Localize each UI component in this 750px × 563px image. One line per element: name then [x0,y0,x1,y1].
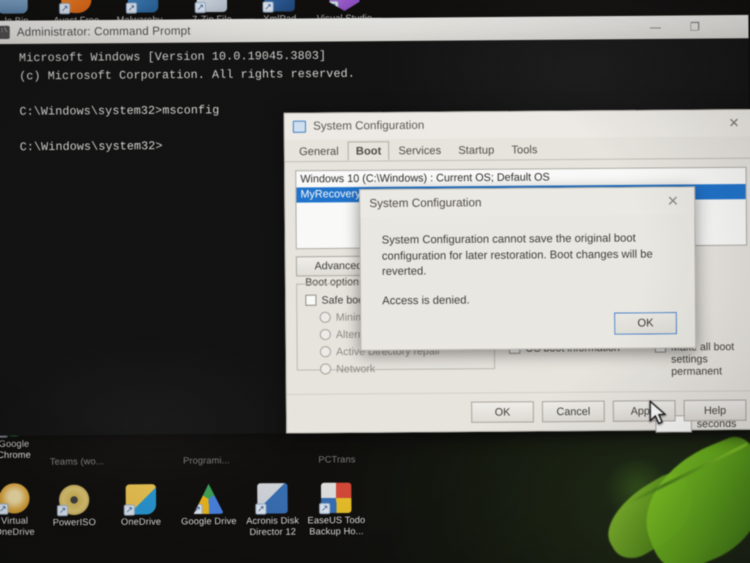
easeus-todo-backup-icon [319,482,352,515]
desktop-icon-label: Programi... [183,455,230,466]
error-dialog-ok-button[interactable]: OK [613,310,679,336]
tab-general[interactable]: General [291,142,347,162]
shortcut-overlay-icon [262,1,274,13]
tab-boot[interactable]: Boot [347,141,390,161]
desktop-icon-label: OneDrive [120,516,162,527]
7zip-icon [194,0,228,14]
close-icon[interactable]: ✕ [656,187,691,215]
ok-button[interactable]: OK [471,401,534,423]
onedrive-icon [123,484,157,516]
error-dialog-titlebar[interactable]: System Configuration ✕ [360,187,695,218]
avast-icon [59,0,92,15]
shortcut-overlay-icon [56,505,69,517]
console-icon [0,25,10,40]
desktop-icon-easeus-todo-backup[interactable]: EaseUS Todo Backup Ho... [304,482,369,536]
alternate-shell-radio[interactable] [319,328,331,341]
safe-boot-checkbox[interactable] [305,294,317,306]
error-dialog[interactable]: System Configuration ✕ System Configurat… [359,186,697,351]
virtual-onedrive-icon [0,483,30,515]
desktop-icon-label: Google Chrome [0,438,31,460]
shortcut-overlay-icon [194,1,206,14]
xmlpad-icon [262,0,295,13]
system-configuration-titlebar[interactable]: System Configuration ✕ [284,110,750,141]
malwarebytes-icon [125,0,159,14]
recycle-bin-icon [0,0,28,14]
desktop-icon-poweriso[interactable]: PowerISO [43,484,106,529]
error-message-primary: System Configuration cannot save the ori… [381,232,653,278]
desktop-icon-onedrive[interactable]: OneDrive [109,484,172,528]
cancel-button[interactable]: Cancel [541,400,605,423]
error-dialog-title: System Configuration [369,196,482,211]
dialog-footer: OK Cancel Apply Help [286,390,750,433]
shortcut-overlay-icon [59,3,71,15]
network-radio-row[interactable]: Network [319,362,486,376]
network-label: Network [336,362,376,376]
network-radio[interactable] [319,363,332,375]
tab-services[interactable]: Services [390,141,449,161]
desktop-icon-acronis-disk-director[interactable]: Acronis Disk Director 12 [240,483,305,537]
minimal-radio[interactable] [319,311,331,323]
photo-of-monitor: ...le Bin Avast Free Malwareby... 7-Zip … [0,0,750,563]
desktop-icon-label: Acronis Disk Director 12 [246,515,300,537]
desktop-icon-virtual-onedrive[interactable]: Virtual OneDrive [0,483,36,537]
mouse-cursor [649,400,667,425]
shortcut-overlay-icon [0,503,9,515]
shortcut-overlay-icon [319,502,331,515]
minimize-button[interactable]: — [635,16,676,40]
shortcut-overlay-icon [125,2,138,14]
desktop-icon-label: Virtual OneDrive [0,515,35,537]
tab-tools[interactable]: Tools [503,140,545,160]
poweriso-icon [56,484,90,517]
desktop-icon-label: PCTrans [318,454,356,465]
command-prompt-title: Administrator: Command Prompt [16,24,191,39]
shortcut-overlay-icon [327,1,338,12]
system-configuration-app-icon [292,120,307,133]
acronis-disk-director-icon [255,483,288,515]
desktop-icon-pctrans[interactable]: PCTrans [306,454,369,465]
system-configuration-title: System Configuration [313,119,425,133]
desktop-icon-label: PowerISO [52,516,96,528]
desktop-icon-label: EaseUS Todo Backup Ho... [307,514,366,537]
desktop-icon-label: Google Drive [181,515,237,527]
shortcut-overlay-icon [255,503,267,515]
error-message-secondary: Access is denied. [382,293,470,307]
desktop-icon-teams[interactable]: Teams (wo... [45,456,108,467]
maximize-button[interactable]: ❐ [674,15,715,39]
close-icon[interactable]: ✕ [714,110,750,137]
active-directory-repair-radio[interactable] [319,346,332,358]
desktop-icon-programi[interactable]: Programi... [175,455,238,466]
shortcut-overlay-icon [123,504,135,516]
help-button[interactable]: Help [683,399,747,422]
shortcut-overlay-icon [192,504,203,515]
tab-startup[interactable]: Startup [450,140,502,160]
google-drive-icon [193,484,224,515]
visual-studio-icon [329,0,360,11]
desktop-icon-label: Teams (wo... [49,456,104,467]
desktop-icon-google-drive[interactable]: Google Drive [173,483,244,527]
error-dialog-body: System Configuration cannot save the ori… [360,215,695,310]
screen-surface: ...le Bin Avast Free Malwareby... 7-Zip … [0,0,750,563]
